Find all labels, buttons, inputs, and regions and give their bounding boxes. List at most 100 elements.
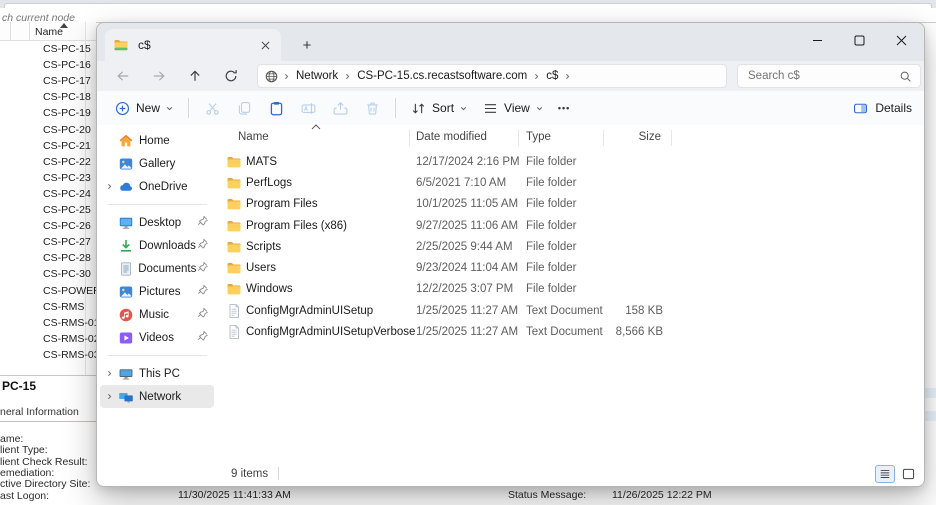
file-row[interactable]: ConfigMgrAdminUISetup1/25/2025 11:27 AMT… [219, 300, 916, 321]
sort-button[interactable]: Sort [403, 96, 475, 121]
column-separator[interactable] [603, 130, 604, 146]
details-pane-button[interactable]: Details [852, 100, 912, 117]
file-type: File folder [526, 241, 577, 253]
device-list-item[interactable]: CS-PC-20 [43, 122, 91, 138]
cut-button[interactable] [197, 95, 227, 121]
expand-chevron-icon[interactable] [100, 182, 118, 191]
breadcrumb: Network CS-PC-15.cs.recastsoftware.com c$ [257, 64, 727, 88]
device-list-item[interactable]: CS-PC-16 [43, 57, 91, 73]
device-list-item[interactable]: CS-PC-18 [43, 89, 91, 105]
cut-icon [204, 100, 221, 117]
sidebar-item-network[interactable]: Network [100, 385, 214, 408]
column-header-type[interactable]: Type [526, 131, 551, 143]
file-row[interactable]: ConfigMgrAdminUISetupVerbose1/25/2025 11… [219, 321, 916, 342]
device-list-item[interactable]: CS-PC-27 [43, 234, 91, 250]
sidebar-item-label: Videos [139, 332, 196, 344]
column-header-date-modified[interactable]: Date modified [416, 131, 487, 143]
sidebar-item-gallery[interactable]: Gallery [100, 152, 214, 175]
column-separator[interactable] [518, 130, 519, 146]
share-button[interactable] [325, 95, 355, 121]
sidebar-item-label: Downloads [139, 240, 196, 252]
sidebar-item-desktop[interactable]: Desktop [100, 211, 214, 234]
paste-button[interactable] [261, 95, 291, 121]
device-list-header[interactable]: Name [0, 22, 96, 41]
device-list-item[interactable]: CS-PC-28 [43, 250, 91, 266]
device-list-item[interactable]: CS-PC-30 [43, 266, 91, 282]
column-header-row: Name Date modified Type Size [217, 127, 924, 149]
sidebar-item-label: This PC [139, 368, 214, 380]
device-list-item[interactable]: CS-PC-21 [43, 138, 91, 154]
column-separator[interactable] [671, 130, 672, 146]
folder-icon [226, 239, 242, 255]
device-list-item[interactable]: CS-PC-25 [43, 202, 91, 218]
file-row[interactable]: Program Files10/1/2025 11:05 AMFile fold… [219, 194, 916, 215]
sidebar-item-label: Pictures [139, 286, 196, 298]
sidebar-item-music[interactable]: Music [100, 303, 214, 326]
breadcrumb-segment[interactable]: CS-PC-15.cs.recastsoftware.com [353, 68, 531, 84]
file-row[interactable]: Windows12/2/2025 3:07 PMFile folder [219, 279, 916, 300]
delete-button[interactable] [357, 95, 387, 121]
tab-c-dollar[interactable]: c$ [105, 29, 281, 61]
column-header-size[interactable]: Size [577, 131, 661, 143]
large-icons-view-button[interactable] [898, 465, 918, 483]
sidebar-item-onedrive[interactable]: OneDrive [100, 175, 214, 198]
sidebar-item-downloads[interactable]: Downloads [100, 234, 214, 257]
device-list-item[interactable]: CS-RMS-02 [43, 331, 100, 347]
sidebar-item-this-pc[interactable]: This PC [100, 362, 214, 385]
view-button-label: View [504, 101, 530, 115]
device-list-item[interactable]: CS-RMS-01 [43, 315, 100, 331]
file-row[interactable]: Scripts2/25/2025 9:44 AMFile folder [219, 236, 916, 257]
device-list-item[interactable]: CS-PC-15 [43, 41, 91, 57]
file-row[interactable]: MATS12/17/2024 2:16 PMFile folder [219, 151, 916, 172]
minimize-button[interactable] [796, 23, 838, 57]
file-row[interactable]: Program Files (x86)9/27/2025 11:06 AMFil… [219, 215, 916, 236]
more-options-button[interactable]: ••• [551, 99, 577, 117]
view-button[interactable]: View [475, 96, 551, 121]
back-button[interactable] [105, 63, 141, 89]
device-list-item[interactable]: CS-PC-26 [43, 218, 91, 234]
expand-chevron-icon[interactable] [100, 369, 118, 378]
status-separator [278, 467, 279, 480]
onedrive-icon [118, 179, 135, 195]
up-button[interactable] [177, 63, 213, 89]
sidebar-item-pictures[interactable]: Pictures [100, 280, 214, 303]
sidebar-item-documents[interactable]: Documents [100, 257, 214, 280]
device-list-item[interactable]: CS-PC-23 [43, 170, 91, 186]
tab-close-icon[interactable] [257, 37, 273, 53]
search-input[interactable] [746, 69, 899, 83]
network-globe-icon[interactable] [264, 69, 281, 84]
breadcrumb-chevron-icon[interactable] [563, 72, 572, 81]
device-list-item[interactable]: CS-PC-22 [43, 154, 91, 170]
last-logon-value: 11/30/2025 11:41:33 AM [178, 489, 291, 501]
sidebar-item-videos[interactable]: Videos [100, 326, 214, 349]
device-list-header-label[interactable]: Name [35, 26, 63, 38]
device-list-item[interactable]: CS-RMS-03 [43, 347, 100, 363]
maximize-button[interactable] [838, 23, 880, 57]
expand-chevron-icon[interactable] [100, 392, 118, 401]
column-header-name[interactable]: Name [238, 131, 269, 143]
column-separator[interactable] [409, 130, 410, 146]
forward-button[interactable] [141, 63, 177, 89]
new-button[interactable]: New [107, 96, 181, 121]
breadcrumb-segment[interactable]: c$ [542, 68, 562, 84]
device-list-item[interactable]: CS-PC-17 [43, 73, 91, 89]
breadcrumb-chevron-icon[interactable] [532, 72, 541, 81]
breadcrumb-chevron-icon[interactable] [282, 72, 291, 81]
details-view-button[interactable] [875, 465, 895, 483]
device-detail-label: lient Type: [0, 445, 48, 456]
sidebar-item-home[interactable]: Home [100, 129, 214, 152]
device-list-item[interactable]: CS-PC-24 [43, 186, 91, 202]
device-list-item[interactable]: CS-RMS [43, 299, 84, 315]
breadcrumb-segment[interactable]: Network [292, 68, 342, 84]
pin-icon [196, 283, 212, 301]
device-list-item[interactable]: CS-PC-19 [43, 105, 91, 121]
refresh-button[interactable] [213, 63, 249, 89]
breadcrumb-chevron-icon[interactable] [343, 72, 352, 81]
file-row[interactable]: Users9/23/2024 11:04 AMFile folder [219, 258, 916, 279]
file-name: Users [246, 262, 276, 274]
new-tab-button[interactable]: + [295, 33, 319, 57]
copy-button[interactable] [229, 95, 259, 121]
rename-button[interactable] [293, 95, 323, 121]
file-row[interactable]: PerfLogs6/5/2021 7:10 AMFile folder [219, 172, 916, 193]
close-button[interactable] [880, 23, 922, 57]
